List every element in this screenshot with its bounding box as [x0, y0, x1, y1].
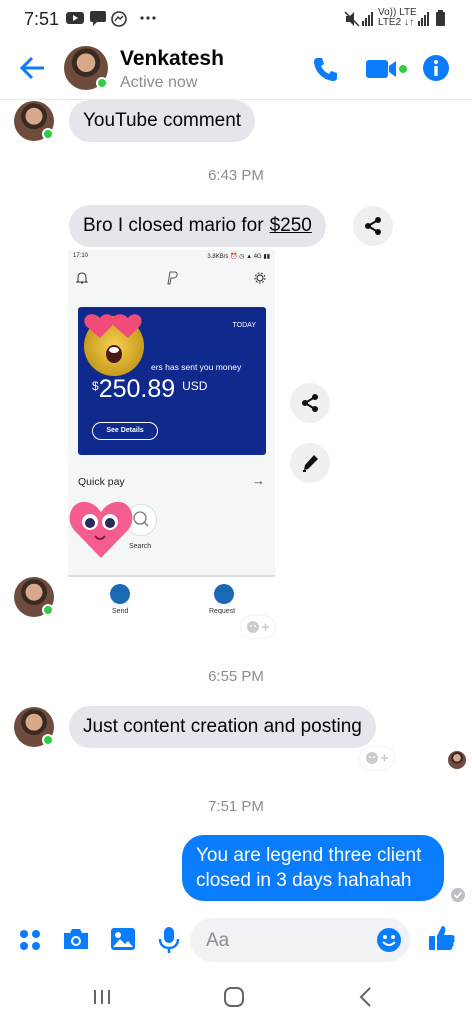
timestamp: 7:51 PM: [208, 798, 264, 815]
card-amount: $250.89 USD: [92, 375, 207, 404]
home-icon[interactable]: [223, 986, 245, 1008]
share-button[interactable]: [353, 206, 393, 246]
battery-icon: [436, 10, 445, 26]
card-sent-text: ers has sent you money: [151, 362, 242, 372]
sender-avatar[interactable]: [14, 101, 54, 141]
request-label: Request: [209, 608, 236, 615]
timestamp: 6:43 PM: [208, 167, 264, 184]
shared-image-footer: Send Request: [68, 577, 275, 617]
phone-icon[interactable]: [312, 56, 338, 82]
bell-icon: [76, 272, 88, 284]
status-bar: 7:51 Vo)) LTE LTE2 ↓↑: [0, 0, 472, 38]
image-status-time: 17:10: [73, 253, 89, 259]
sender-avatar[interactable]: [14, 577, 54, 617]
chat-header: Venkatesh Active now: [0, 38, 472, 100]
currency-code: USD: [182, 379, 208, 393]
message-icon: [90, 11, 106, 26]
signal-icon-2: [418, 12, 429, 26]
read-receipt-avatar: [448, 751, 466, 769]
edit-image-button[interactable]: [290, 443, 330, 483]
network-label-2: LTE2 ↓↑: [378, 17, 414, 28]
see-details-button: See Details: [92, 422, 158, 440]
sender-avatar[interactable]: [14, 707, 54, 747]
message-line: closed in 3 days hahahah: [196, 870, 412, 891]
shared-image[interactable]: 17:10 3.8KB/s ⏰ ◷ ▲ 4G ▮▮ TODAY ers has …: [68, 250, 275, 577]
heart-eyes-emoji-icon: [84, 314, 144, 376]
message-line: You are legend three client: [196, 845, 422, 866]
add-reaction-icon: [247, 621, 269, 633]
camera-icon[interactable]: [62, 927, 90, 951]
online-indicator: [42, 734, 54, 746]
sent-check-icon: [451, 888, 465, 902]
heart-sticker-icon: [69, 501, 133, 558]
online-indicator: [42, 604, 54, 616]
message-bubble[interactable]: YouTube comment: [69, 100, 256, 142]
back-nav-icon[interactable]: [358, 986, 372, 1008]
apps-menu-icon[interactable]: [18, 928, 42, 952]
microphone-icon[interactable]: [158, 926, 180, 954]
add-reaction-button[interactable]: [360, 747, 394, 769]
share-icon: [302, 394, 318, 412]
back-arrow-icon[interactable]: [18, 54, 46, 82]
amount-value: 250.89: [98, 375, 176, 403]
paypal-logo-icon: [167, 271, 178, 285]
online-indicator: [42, 128, 54, 140]
card-label: TODAY: [232, 322, 256, 329]
send-label: Send: [112, 608, 129, 615]
system-nav-bar: [0, 972, 472, 1024]
info-icon[interactable]: [422, 54, 450, 82]
youtube-icon: [66, 12, 84, 24]
settings-gear-icon: [254, 272, 266, 284]
contact-name[interactable]: Venkatesh: [120, 47, 224, 71]
timestamp: 6:55 PM: [208, 668, 264, 685]
composer: Aa: [0, 915, 472, 965]
add-reaction-icon: [366, 752, 388, 764]
quick-pay-label: Quick pay: [78, 476, 125, 488]
signal-icon: [362, 12, 373, 26]
share-icon: [365, 217, 381, 235]
currency-symbol: $: [92, 379, 99, 393]
messenger-icon: [111, 11, 127, 27]
outgoing-message-bubble[interactable]: You are legend three client closed in 3 …: [182, 835, 444, 901]
contact-avatar[interactable]: [64, 46, 108, 90]
mute-icon: [344, 11, 360, 27]
emoji-icon[interactable]: [376, 927, 402, 953]
message-text: Bro I closed mario for: [83, 215, 264, 236]
send-money-icon: [110, 584, 130, 604]
message-bubble[interactable]: Just content creation and posting: [69, 706, 376, 748]
message-input[interactable]: Aa: [190, 918, 410, 962]
more-icon: [140, 16, 156, 20]
arrow-right-icon: →: [252, 473, 265, 488]
message-input-placeholder: Aa: [206, 930, 230, 951]
recent-apps-icon[interactable]: [92, 988, 112, 1006]
share-image-button[interactable]: [290, 383, 330, 423]
request-money-icon: [214, 584, 234, 604]
image-status-bar: 17:10 3.8KB/s ⏰ ◷ ▲ 4G ▮▮: [68, 250, 275, 264]
message-bubble[interactable]: Bro I closed mario for $250: [69, 205, 326, 247]
image-status-right: 3.8KB/s ⏰ ◷ ▲ 4G ▮▮: [207, 254, 270, 260]
pencil-icon: [303, 455, 318, 472]
message-amount: $250: [269, 215, 312, 236]
online-indicator: [96, 77, 108, 89]
presence-status: Active now: [120, 74, 198, 91]
gallery-icon[interactable]: [110, 927, 136, 951]
add-reaction-button[interactable]: [241, 616, 275, 638]
video-call-icon[interactable]: [366, 58, 408, 80]
like-thumbs-up-icon[interactable]: [428, 924, 456, 952]
status-time: 7:51: [24, 9, 60, 29]
